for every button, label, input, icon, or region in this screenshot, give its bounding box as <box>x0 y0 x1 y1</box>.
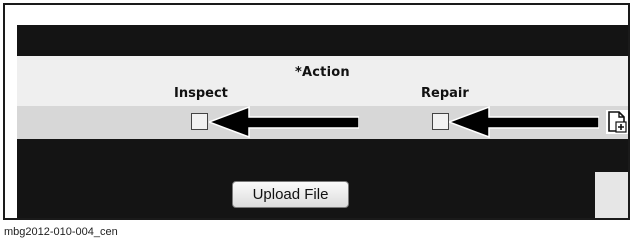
screenshot-frame: *Action Inspect Repair Upload File <box>3 3 630 220</box>
top-dark-band <box>17 25 628 56</box>
upload-row-side-strip <box>595 172 628 218</box>
arrow-pointer-icon <box>449 106 599 139</box>
repair-column-header: Repair <box>421 86 469 101</box>
action-checkbox-row <box>17 106 628 139</box>
inspect-checkbox[interactable] <box>191 113 208 130</box>
upload-row: Upload File <box>17 172 628 218</box>
page: *Action Inspect Repair Upload File mbg20… <box>0 0 637 246</box>
arrow-pointer-icon <box>209 106 359 139</box>
figure-caption: mbg2012-010-004_cen <box>4 226 118 238</box>
upload-file-button[interactable]: Upload File <box>232 181 349 208</box>
middle-dark-band <box>17 139 628 172</box>
add-document-icon[interactable] <box>606 110 628 134</box>
action-column-title: *Action <box>295 65 350 80</box>
inspect-column-header: Inspect <box>174 86 228 101</box>
repair-checkbox[interactable] <box>432 113 449 130</box>
action-header-row: *Action Inspect Repair <box>17 56 628 106</box>
